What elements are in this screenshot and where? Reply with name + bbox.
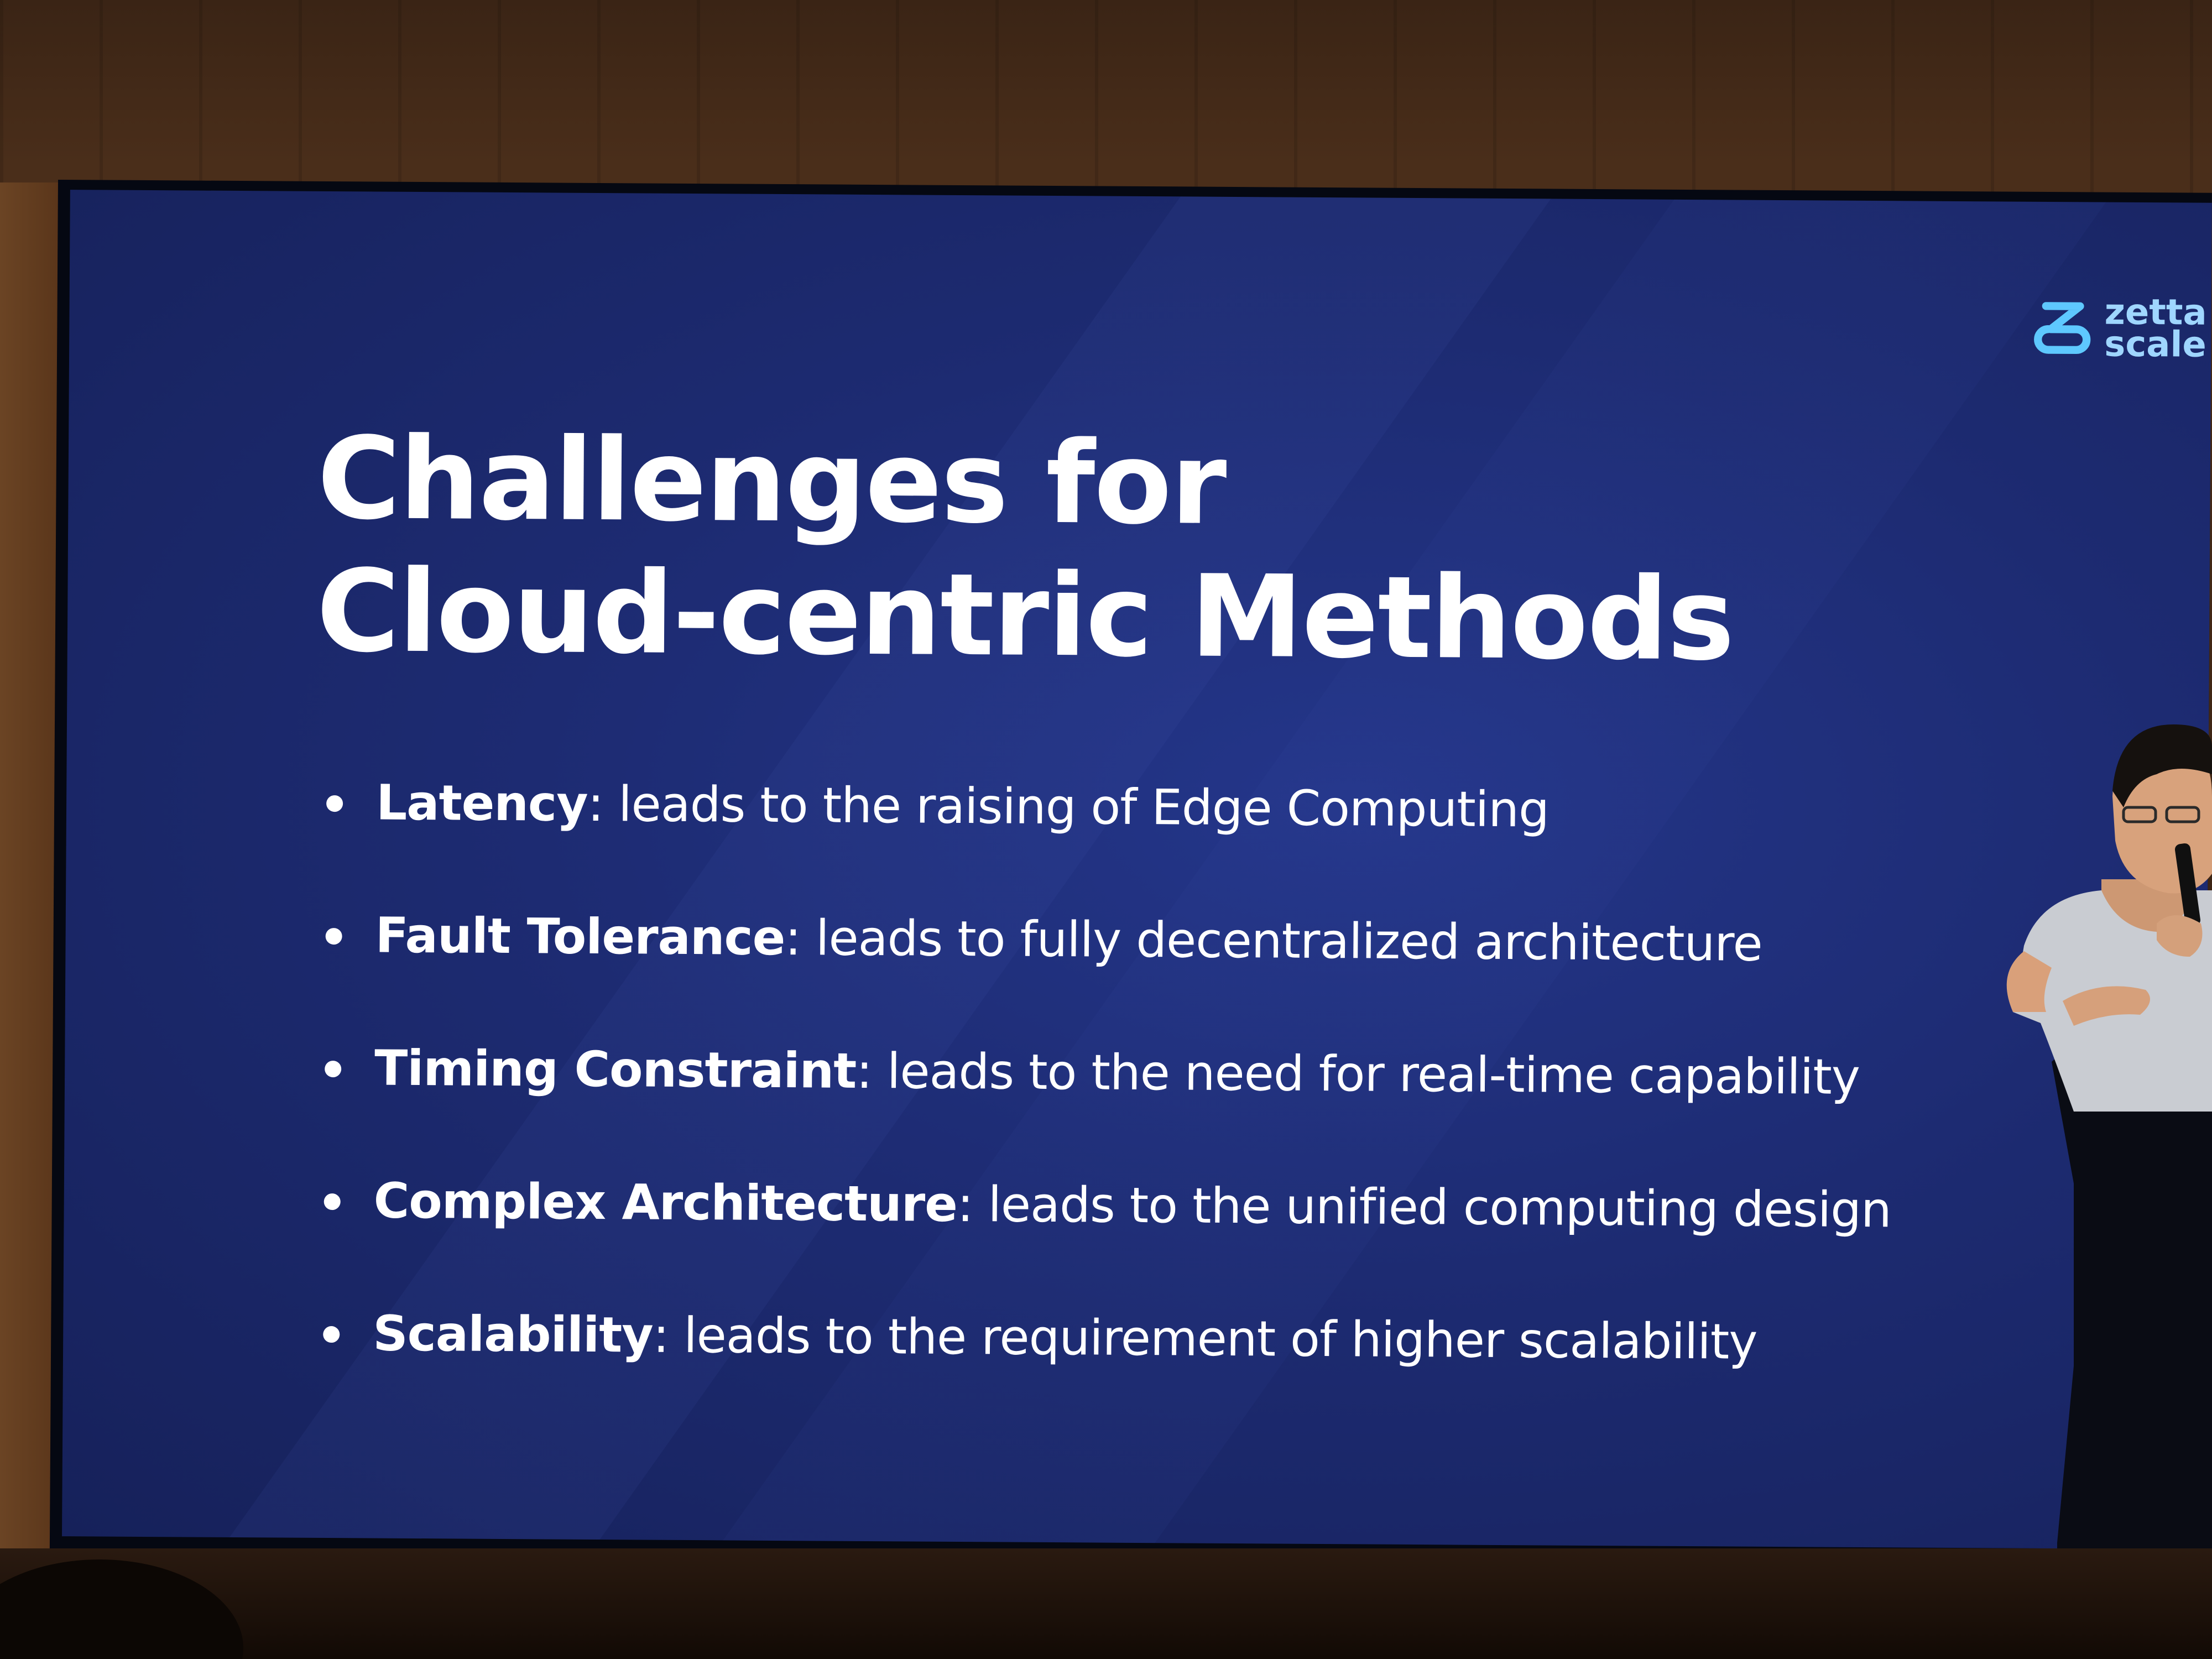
bullet-term: Latency: [375, 774, 588, 832]
slide-title-line2: Cloud-centric Methods: [316, 545, 1734, 686]
slide-title-line1: Challenges for: [316, 413, 1226, 550]
company-logo: zetta scale: [2032, 292, 2207, 366]
bullet-item-timing-constraint: Timing Constraint: leads to the need for…: [325, 1035, 1892, 1110]
bullet-text: : leads to the need for real-time capabi…: [855, 1042, 1860, 1105]
bullet-text: : leads to the raising of Edge Computing: [587, 775, 1550, 838]
bullet-term: Fault Tolerance: [375, 906, 785, 967]
bullet-list: Latency: leads to the raising of Edge Co…: [322, 769, 1893, 1442]
presentation-slide: zetta scale Challenges for Cloud-centric…: [62, 190, 2212, 1550]
zettascale-logo-icon: [2034, 302, 2091, 354]
presenter: [2006, 724, 2212, 1659]
photo-scene: zetta scale Challenges for Cloud-centric…: [0, 0, 2212, 1659]
projection-screen-frame: zetta scale Challenges for Cloud-centric…: [49, 180, 2212, 1562]
logo-wordmark: zetta scale: [2104, 292, 2207, 366]
bullet-item-complex-architecture: Complex Architecture: leads to the unifi…: [324, 1167, 1891, 1243]
bullet-term: Scalability: [372, 1305, 653, 1364]
bullet-term: Timing Constraint: [374, 1039, 857, 1099]
slide-title: Challenges for Cloud-centric Methods: [316, 413, 1735, 687]
stage-floor: [0, 1548, 2212, 1659]
bullet-text: : leads to the unified computing design: [957, 1175, 1892, 1239]
bullet-term: Complex Architecture: [373, 1172, 958, 1233]
bullet-item-scalability: Scalability: leads to the requirement of…: [323, 1300, 1891, 1376]
logo-text-line2: scale: [2104, 324, 2207, 366]
bullet-item-latency: Latency: leads to the raising of Edge Co…: [326, 769, 1894, 845]
bullet-text: : leads to the requirement of higher sca…: [653, 1306, 1757, 1370]
bullet-item-fault-tolerance: Fault Tolerance: leads to fully decentra…: [325, 902, 1893, 978]
bullet-text: : leads to fully decentralized architect…: [785, 909, 1762, 972]
